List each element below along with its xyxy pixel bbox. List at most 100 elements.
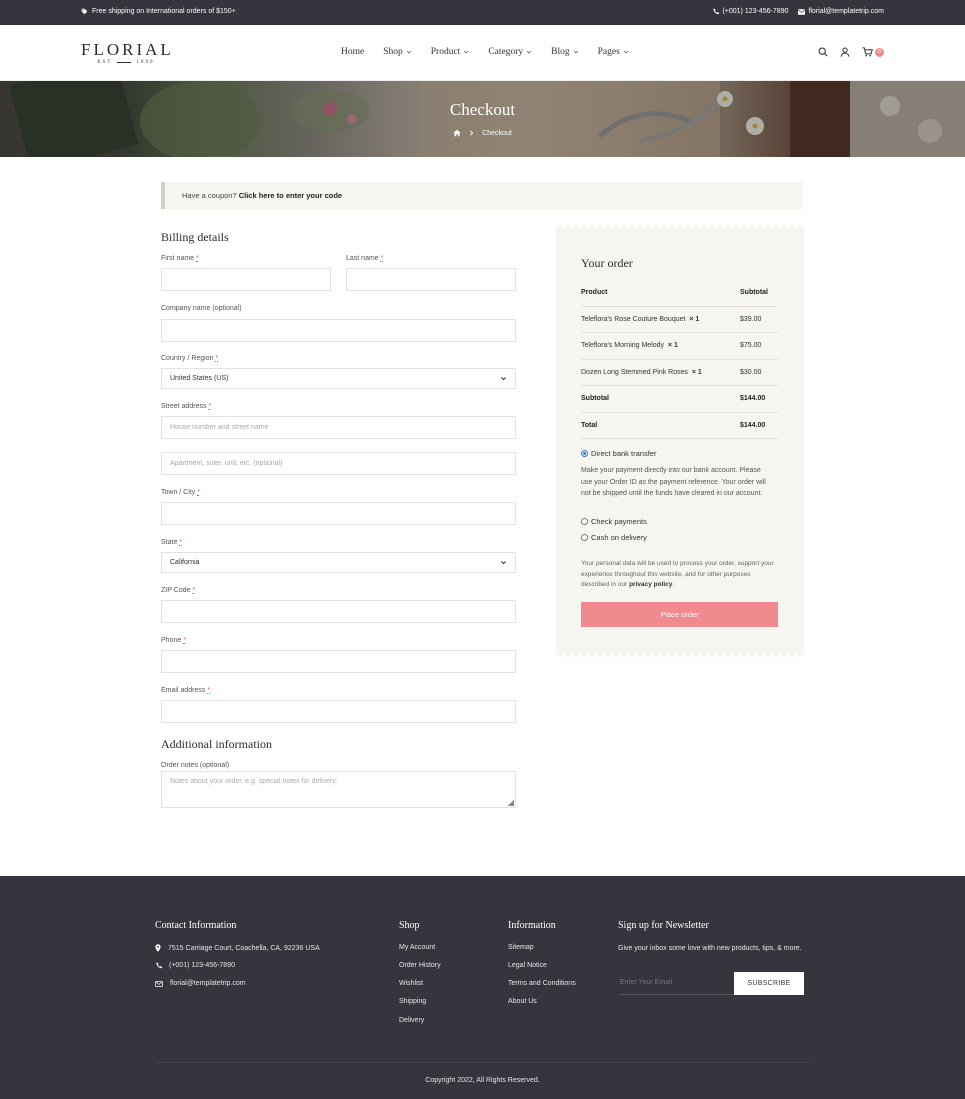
col-product: Product [581, 289, 608, 296]
order-notes-label: Order notes (optional) [161, 762, 230, 769]
subscribe-button[interactable]: SUBSCRIBE [734, 972, 804, 995]
street-address-2-field[interactable]: Apartment, suite, unit, etc. (optional) [161, 452, 516, 475]
radio-unselected[interactable] [581, 518, 588, 525]
country-label: Country / Region * [161, 355, 218, 362]
coupon-link[interactable]: Click here to enter your code [239, 191, 342, 200]
street-label: Street address * [161, 403, 211, 410]
privacy-text: Your personal data will be used to proce… [581, 560, 774, 588]
last-name-field[interactable] [346, 268, 516, 291]
street-address-field[interactable]: House number and street name [161, 416, 516, 439]
first-name-field[interactable] [161, 268, 331, 291]
label-text: Email address [161, 687, 206, 694]
subtotal-row: Subtotal $144.00 [581, 386, 778, 413]
footer-link-order-history[interactable]: Order History [399, 962, 441, 969]
phone-field[interactable] [161, 650, 516, 673]
radio-unselected[interactable] [581, 534, 588, 541]
nav-label: Home [341, 47, 365, 57]
order-table-header: Product Subtotal [581, 280, 778, 307]
user-icon[interactable] [840, 47, 850, 57]
footer-link-my-account[interactable]: My Account [399, 944, 435, 951]
zigzag-edge-bottom [556, 653, 804, 658]
footer-link-sitemap[interactable]: Sitemap [508, 944, 534, 951]
nav-blog[interactable]: Blog [551, 47, 578, 57]
home-icon[interactable] [453, 129, 461, 137]
last-name-label: Last name * [346, 255, 383, 262]
nav-shop[interactable]: Shop [383, 47, 412, 57]
footer-link-shipping[interactable]: Shipping [399, 998, 426, 1005]
payment-bank-transfer[interactable]: Direct bank transfer [581, 449, 656, 458]
table-row: Teleflora's Morning Melody × 1 $75.00 [581, 333, 778, 360]
footer-link-delivery[interactable]: Delivery [399, 1017, 424, 1024]
search-icon[interactable] [818, 47, 828, 57]
nav-category[interactable]: Category [488, 47, 532, 57]
product-cell: Teleflora's Morning Melody × 1 [581, 342, 678, 349]
shipping-notice: Free shipping on International orders of… [81, 8, 236, 15]
logo-name: FLORIAL [81, 40, 174, 59]
shipping-text: Free shipping on International orders of… [92, 8, 236, 15]
nav-label: Product [430, 47, 461, 57]
footer-link-legal-notice[interactable]: Legal Notice [508, 962, 547, 969]
total-label: Total [581, 421, 598, 429]
order-summary: Your order Product Subtotal Teleflora's … [556, 224, 804, 658]
product-price: $39.00 [740, 315, 762, 323]
phone-icon [713, 8, 720, 15]
payment-label: Direct bank transfer [591, 449, 657, 458]
zip-field[interactable] [161, 600, 516, 623]
topbar-email[interactable]: florial@templatetrip.com [798, 8, 884, 15]
label-text: Town / City [161, 489, 196, 496]
coupon-text: Have a coupon? [182, 191, 237, 200]
nav-pages[interactable]: Pages [598, 47, 629, 57]
footer-email[interactable]: florial@templatetrip.com [155, 980, 246, 987]
copyright-text: Copyright 2022, All Rights Reserved. [425, 1077, 540, 1084]
email-field[interactable] [161, 700, 516, 723]
payment-check[interactable]: Check payments [581, 517, 647, 526]
product-cell: Teleflora's Rose Couture Bouquet × 1 [581, 316, 699, 323]
required-mark: * [183, 637, 186, 644]
email-label: Email address * [161, 687, 210, 694]
resize-grip-icon[interactable] [506, 798, 514, 806]
location-pin-icon [155, 944, 161, 952]
chevron-down-icon [527, 50, 532, 54]
footer-link-wishlist[interactable]: Wishlist [399, 980, 423, 987]
country-select[interactable]: United States (US) [161, 368, 516, 389]
privacy-policy-link[interactable]: privacy policy [629, 581, 672, 588]
total-row: Total $144.00 [581, 413, 778, 439]
required-mark: * [207, 687, 211, 694]
topbar-phone[interactable]: (+001) 123-456-7890 [712, 8, 788, 15]
payment-cash-on-delivery[interactable]: Cash on delivery [581, 533, 647, 542]
product-qty: × 1 [691, 368, 702, 376]
radio-selected[interactable] [581, 450, 588, 457]
footer-link-terms[interactable]: Terms and Conditions [508, 980, 576, 987]
nav-home[interactable]: Home [341, 47, 364, 57]
footer-phone[interactable]: (+001) 123-456-7890 [155, 962, 235, 969]
privacy-end: . [672, 581, 675, 588]
city-field[interactable] [161, 502, 516, 525]
privacy-notice: Your personal data will be used to proce… [581, 559, 776, 591]
billing-title: Billing details [161, 230, 229, 244]
chevron-down-icon [501, 561, 506, 565]
zip-label: ZIP Code * [161, 587, 195, 594]
site-logo[interactable]: FLORIAL EST 1890 [81, 41, 171, 65]
nav-label: Category [488, 47, 524, 57]
logo-est: EST 1890 [81, 60, 171, 65]
first-name-label: First name * [161, 255, 199, 262]
company-field[interactable] [161, 319, 516, 342]
street-placeholder: House number and street name [170, 424, 269, 431]
coupon-notice: Have a coupon? Click here to enter your … [161, 182, 803, 209]
site-footer: Contact Information 7515 Carriage Court,… [0, 876, 965, 1099]
order-notes-textarea[interactable]: Notes about your order, e.g. special not… [161, 771, 516, 808]
phone-icon [156, 962, 162, 969]
required-mark: * [192, 587, 196, 594]
footer-link-about-us[interactable]: About Us [508, 998, 537, 1005]
payment-label: Cash on delivery [591, 533, 647, 542]
label-text: ZIP Code [161, 587, 191, 594]
page-banner: Checkout Checkout [0, 81, 965, 157]
logo-year: 1890 [136, 60, 155, 65]
nav-product[interactable]: Product [431, 47, 470, 57]
place-order-button[interactable]: Place order [581, 602, 778, 627]
cart-button[interactable]: 0 [862, 47, 884, 57]
state-select[interactable]: California [161, 552, 516, 573]
product-name: Teleflora's Rose Couture Bouquet [581, 315, 686, 323]
nav-label: Blog [551, 47, 570, 57]
newsletter-email-input[interactable]: Enter Your Email [618, 972, 733, 995]
